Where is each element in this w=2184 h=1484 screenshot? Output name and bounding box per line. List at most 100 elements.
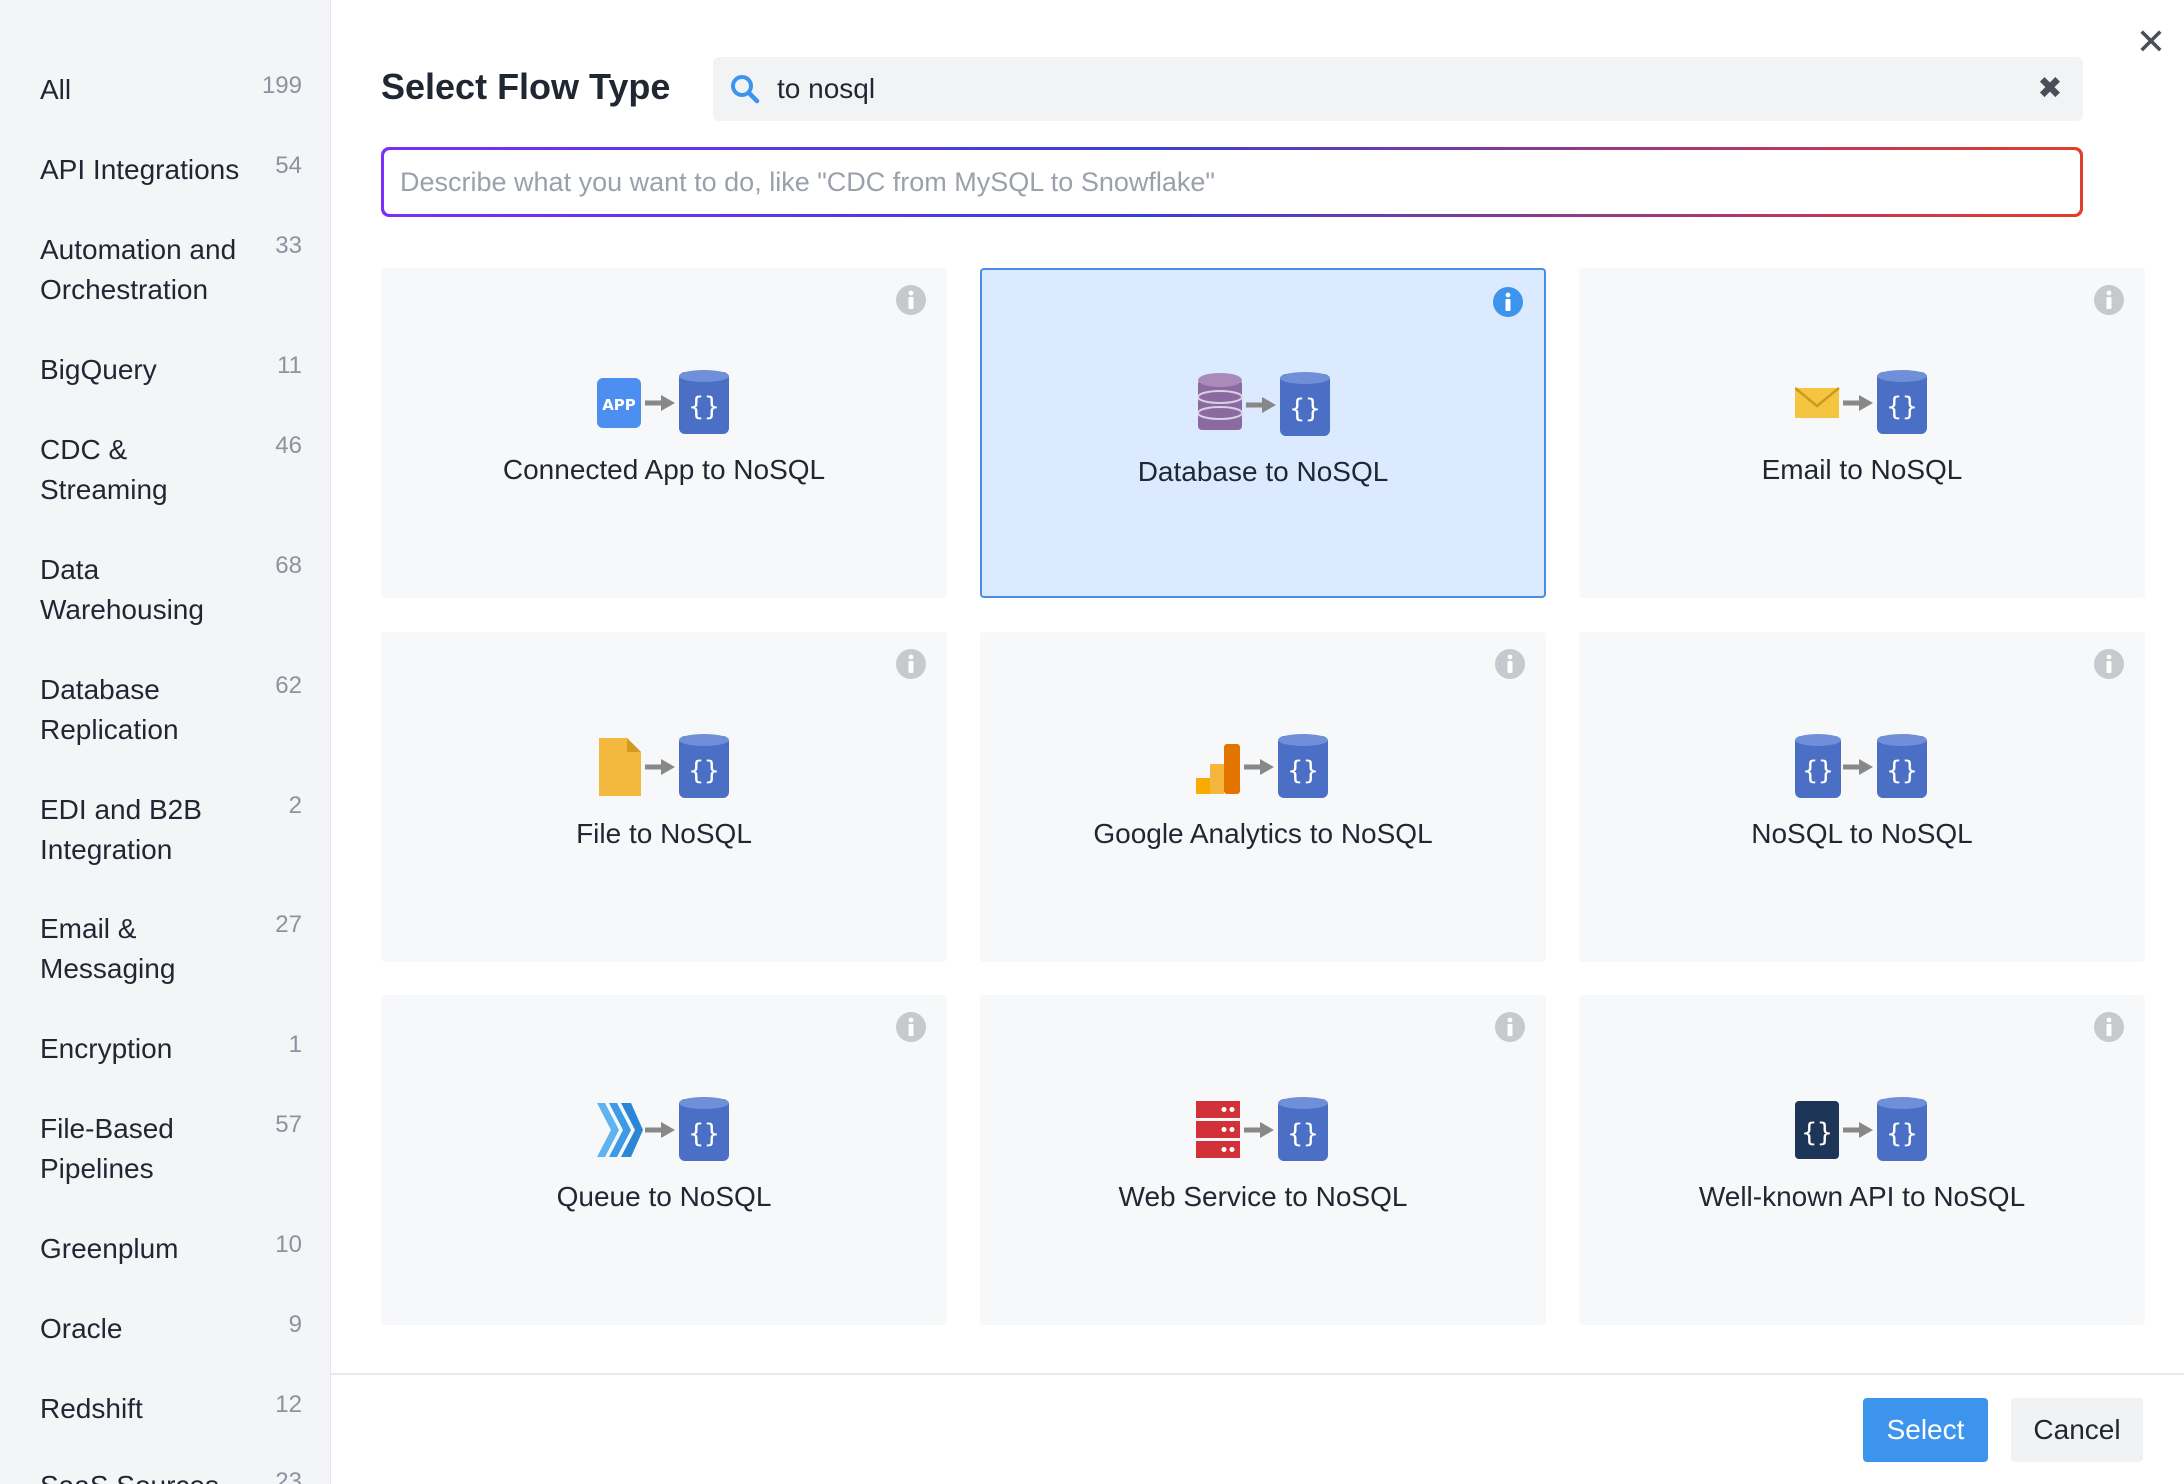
sidebar-item-saas[interactable]: SaaS Sources 23: [40, 1466, 302, 1484]
flow-card-label: Queue to NoSQL: [556, 1181, 772, 1212]
svg-text:{}: {}: [1886, 392, 1917, 422]
sidebar-item-label: Oracle: [40, 1313, 123, 1344]
sidebar-item-edi-b2b[interactable]: EDI and B2B Integration 2: [40, 790, 302, 870]
svg-text:{}: {}: [1886, 1119, 1917, 1149]
queue-to-nosql-icon: {}: [597, 1097, 729, 1161]
info-icon[interactable]: [895, 648, 927, 680]
sidebar-item-count: 57: [275, 1111, 302, 1138]
search-input[interactable]: [777, 65, 1977, 113]
sidebar-item-encryption[interactable]: Encryption 1: [40, 1029, 302, 1069]
sidebar-item-label: CDC & Streaming: [40, 434, 168, 505]
sidebar-item-data-warehousing[interactable]: Data Warehousing 68: [40, 550, 302, 630]
flow-card-label: Web Service to NoSQL: [1118, 1181, 1408, 1212]
sidebar-item-label: SaaS Sources: [40, 1466, 250, 1484]
footer-divider: [331, 1373, 2184, 1375]
sidebar-item-count: 9: [288, 1311, 302, 1338]
sidebar-item-all[interactable]: All 199: [40, 70, 302, 110]
sidebar-item-count: 23: [275, 1468, 302, 1484]
cancel-button[interactable]: Cancel: [2011, 1398, 2143, 1462]
info-icon[interactable]: [895, 284, 927, 316]
nosql-to-nosql-icon: {} {}: [1795, 734, 1927, 798]
sidebar-item-label: Redshift: [40, 1393, 143, 1424]
web-service-to-nosql-icon: {}: [1196, 1097, 1328, 1161]
flow-card-file[interactable]: {} File to NoSQL: [381, 632, 947, 962]
close-dialog-icon[interactable]: ✕: [2135, 22, 2167, 62]
sidebar-item-label: EDI and B2B Integration: [40, 794, 202, 865]
flow-card-email[interactable]: {} Email to NoSQL: [1579, 268, 2145, 598]
sidebar-item-label: File-Based Pipelines: [40, 1113, 174, 1184]
svg-text:APP: APP: [602, 396, 636, 414]
sidebar-item-bigquery[interactable]: BigQuery 11: [40, 350, 302, 390]
info-icon[interactable]: [1494, 1011, 1526, 1043]
select-button[interactable]: Select: [1863, 1398, 1988, 1462]
flow-card-label: NoSQL to NoSQL: [1751, 818, 1973, 849]
analytics-to-nosql-icon: {}: [1196, 734, 1328, 798]
info-icon[interactable]: [2093, 284, 2125, 316]
flow-card-queue[interactable]: {} Queue to NoSQL: [381, 995, 947, 1325]
flow-card-connected-app[interactable]: APP {} Connected App to NoSQL: [381, 268, 947, 598]
sidebar-item-database-replication[interactable]: Database Replication 62: [40, 670, 302, 750]
sidebar-item-oracle[interactable]: Oracle 9: [40, 1309, 302, 1349]
flow-card-well-known-api[interactable]: {} {} Well-known API to NoSQL: [1579, 995, 2145, 1325]
sidebar-item-label: All: [40, 74, 72, 105]
svg-text:{}: {}: [1801, 1118, 1832, 1148]
sidebar-item-api-integrations[interactable]: API Integrations 54: [40, 150, 302, 190]
flow-card-label: Email to NoSQL: [1761, 454, 1963, 485]
info-icon[interactable]: [895, 1011, 927, 1043]
svg-text:{}: {}: [1802, 756, 1833, 786]
svg-text:{}: {}: [1287, 756, 1318, 786]
flow-card-label: Google Analytics to NoSQL: [1093, 818, 1433, 849]
info-icon[interactable]: [1492, 286, 1524, 318]
sidebar-item-count: 2: [288, 792, 302, 819]
ai-prompt-input[interactable]: [384, 150, 2080, 214]
info-icon[interactable]: [2093, 1011, 2125, 1043]
sidebar-item-count: 46: [275, 432, 302, 459]
file-to-nosql-icon: {}: [599, 734, 729, 798]
svg-text:{}: {}: [688, 756, 719, 786]
info-icon[interactable]: [1494, 648, 1526, 680]
sidebar-item-redshift[interactable]: Redshift 12: [40, 1389, 302, 1429]
database-to-nosql-icon: {}: [1198, 372, 1330, 436]
sidebar-item-count: 54: [275, 152, 302, 179]
flow-card-database[interactable]: {} Database to NoSQL: [980, 268, 1546, 598]
email-to-nosql-icon: {}: [1795, 370, 1927, 434]
sidebar-item-email-messaging[interactable]: Email & Messaging 27: [40, 909, 302, 989]
flow-card-label: Database to NoSQL: [1137, 456, 1389, 487]
svg-text:{}: {}: [1289, 394, 1320, 424]
app-to-nosql-icon: APP {}: [597, 370, 729, 434]
sidebar-item-label: Email & Messaging: [40, 913, 176, 984]
sidebar-item-label: Encryption: [40, 1033, 173, 1064]
search-icon: [731, 75, 760, 104]
flow-card-nosql[interactable]: {} {} NoSQL to NoSQL: [1579, 632, 2145, 962]
sidebar-item-count: 68: [275, 552, 302, 579]
sidebar-item-file-based[interactable]: File-Based Pipelines 57: [40, 1109, 302, 1189]
search-bar: ✖: [713, 57, 2083, 121]
svg-text:{}: {}: [688, 392, 719, 422]
flow-card-label: File to NoSQL: [576, 818, 752, 849]
sidebar-item-greenplum[interactable]: Greenplum 10: [40, 1229, 302, 1269]
sidebar-item-label: Data Warehousing: [40, 554, 204, 625]
sidebar-item-label: BigQuery: [40, 354, 157, 385]
sidebar-item-automation[interactable]: Automation and Orchestration 33: [40, 230, 302, 310]
sidebar-item-count: 27: [275, 911, 302, 938]
api-to-nosql-icon: {} {}: [1795, 1097, 1927, 1161]
flow-card-label: Well-known API to NoSQL: [1698, 1181, 2026, 1212]
sidebar-item-label: API Integrations: [40, 154, 240, 185]
flow-card-web-service[interactable]: {} Web Service to NoSQL: [980, 995, 1546, 1325]
sidebar-item-label: Automation and Orchestration: [40, 234, 237, 305]
dialog-title: Select Flow Type: [381, 66, 671, 107]
flow-card-google-analytics[interactable]: {} Google Analytics to NoSQL: [980, 632, 1546, 962]
svg-text:{}: {}: [688, 1119, 719, 1149]
sidebar-item-label: Greenplum: [40, 1233, 179, 1264]
sidebar-item-cdc-streaming[interactable]: CDC & Streaming 46: [40, 430, 302, 510]
sidebar-item-count: 11: [277, 352, 302, 379]
clear-search-icon[interactable]: ✖: [2035, 73, 2065, 105]
category-sidebar: All 199 API Integrations 54 Automation a…: [0, 0, 331, 1484]
sidebar-item-count: 62: [275, 672, 302, 699]
flow-card-label: Connected App to NoSQL: [502, 454, 826, 485]
info-icon[interactable]: [2093, 648, 2125, 680]
sidebar-item-count: 10: [275, 1231, 302, 1258]
sidebar-item-count: 199: [261, 72, 302, 99]
sidebar-item-count: 12: [275, 1391, 302, 1418]
sidebar-item-count: 1: [288, 1031, 302, 1058]
